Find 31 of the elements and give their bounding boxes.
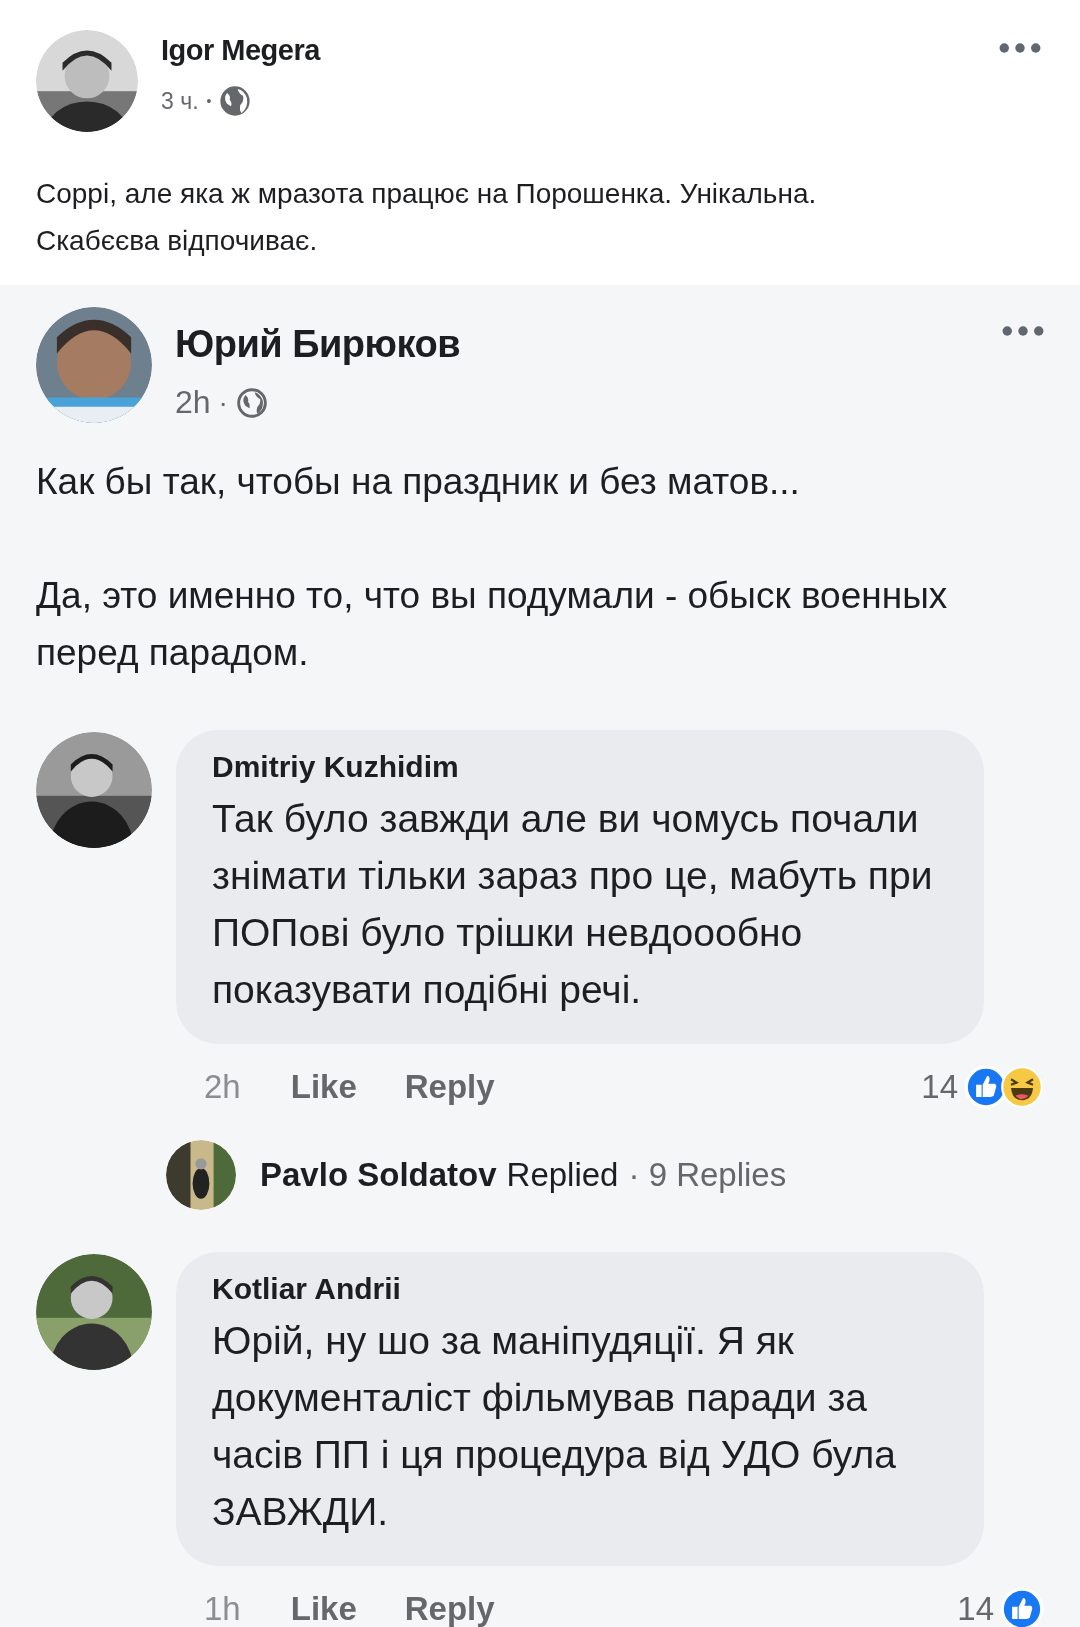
comment-time: 2h <box>204 1068 241 1106</box>
author-name[interactable]: Юрий Бирюков <box>175 323 461 366</box>
author-name[interactable]: Igor Megera <box>161 34 320 67</box>
replied-label[interactable]: Replied <box>506 1156 619 1194</box>
post-text: Соррі, але яка ж мразота працює на Порошенка. Унікальна. <box>36 177 818 211</box>
post-time[interactable]: 3 ч. <box>161 87 199 115</box>
replies-count[interactable]: · 9 Replies <box>628 1156 787 1194</box>
separator: • <box>206 93 212 109</box>
more-icon[interactable] <box>1002 325 1044 337</box>
reply-link[interactable]: Reply <box>404 1068 495 1106</box>
like-link[interactable]: Like <box>290 1068 357 1106</box>
more-icon[interactable] <box>999 42 1041 54</box>
post-text: Как бы так, чтобы на праздник и без матов... <box>35 460 801 504</box>
reaction-count[interactable]: 14 <box>921 1068 958 1106</box>
comment-text: Так було завжди але ви чомусь почали знімати тільки зараз про це, мабуть при ПОПові було трішки невдоообно показувати подібні речі. <box>212 796 934 1013</box>
laughing-emoji-icon[interactable] <box>1000 1065 1044 1109</box>
post-text: Да, это именно то, что вы подумали - обыск военных перед парадом. <box>35 574 949 675</box>
post-time[interactable]: 2h <box>175 384 211 421</box>
commenter-name[interactable]: Kotliar Andrii <box>212 1272 952 1306</box>
replier-name[interactable]: Pavlo Soldatov <box>260 1156 497 1194</box>
commenter-name[interactable]: Dmitriy Kuzhidim <box>212 750 952 784</box>
like-link[interactable]: Like <box>290 1590 357 1627</box>
globe-icon <box>235 386 268 419</box>
reply-link[interactable]: Reply <box>404 1590 495 1627</box>
reaction-count[interactable]: 14 <box>957 1590 994 1627</box>
post-text: Скабєєва відпочиває. <box>36 224 319 258</box>
separator: · <box>218 386 228 419</box>
comment-text: Юрій, ну шо за маніпудяції. Я як документаліст фільмував паради за часів ПП і ця процедура від УДО була ЗАВЖДИ. <box>212 1318 897 1535</box>
comment-time: 1h <box>204 1590 241 1627</box>
globe-icon <box>219 85 252 117</box>
like-icon[interactable] <box>1000 1587 1044 1627</box>
